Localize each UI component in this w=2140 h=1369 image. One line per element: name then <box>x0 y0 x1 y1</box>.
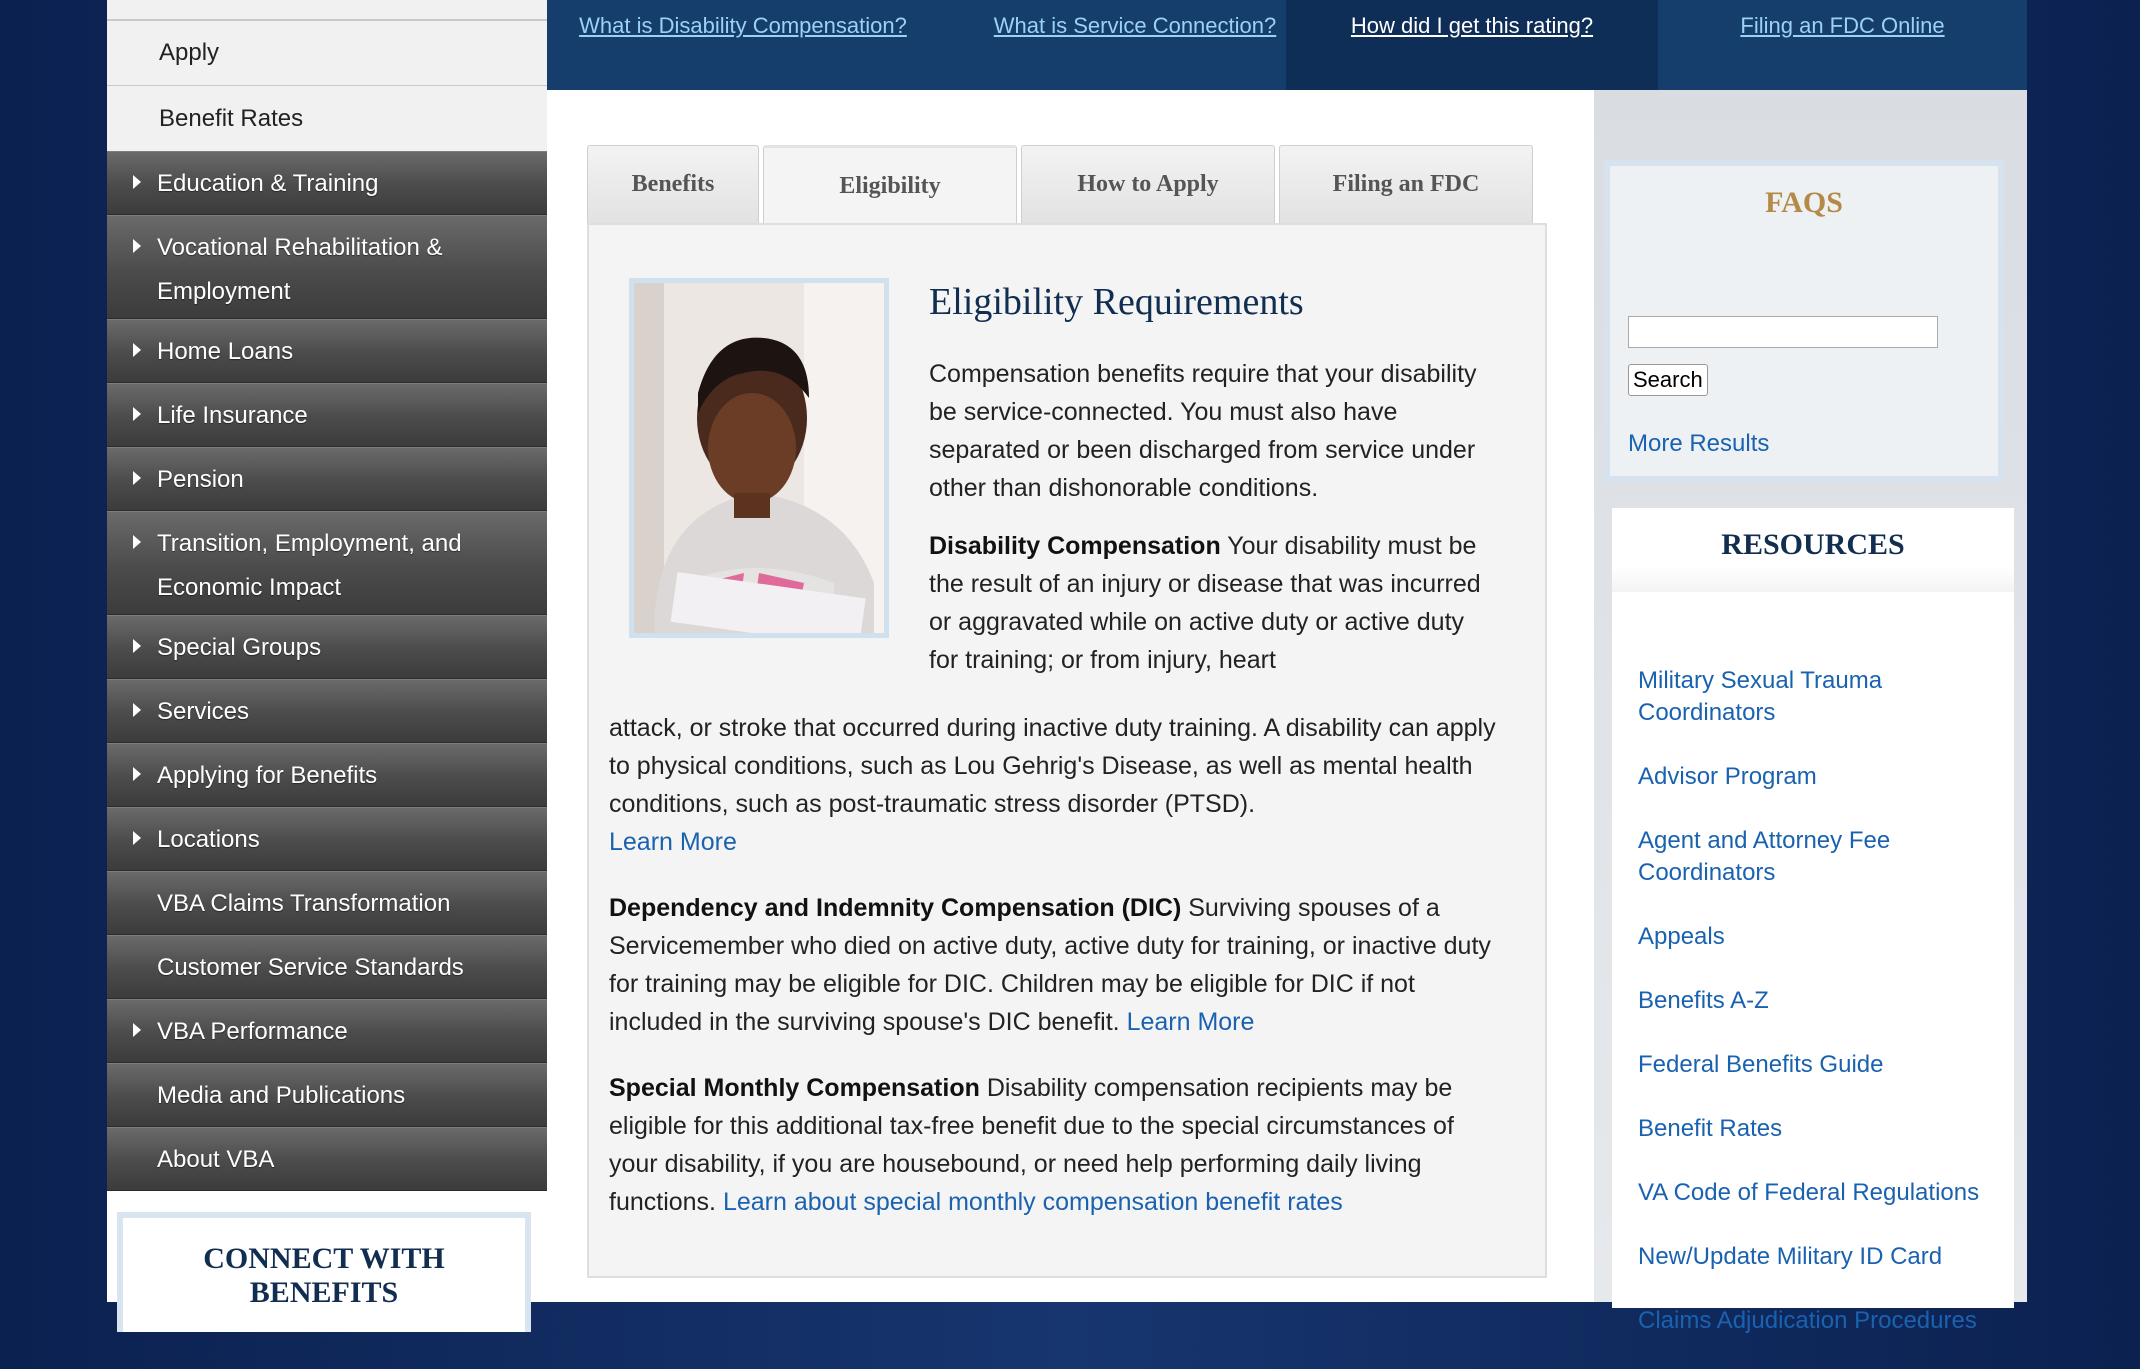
sidebar-item-vocational-rehab[interactable]: Vocational Rehabilitation & Employment <box>107 215 547 319</box>
sidebar: Apply Benefit Rates Education & Training… <box>107 0 547 1332</box>
sidebar-item-label: Apply <box>159 39 220 66</box>
resource-link[interactable]: New/Update Military ID Card <box>1638 1241 1998 1273</box>
page: Apply Benefit Rates Education & Training… <box>107 0 2027 1334</box>
resources-list: Military Sexual Trauma Coordinators Advi… <box>1638 665 1998 1369</box>
caret-right-icon <box>133 535 141 549</box>
sidebar-item-label: Vocational Rehabilitation & Employment <box>157 234 443 305</box>
sidebar-item-label: Applying for Benefits <box>157 762 378 789</box>
sidebar-item-label: Transition, Employment, and Economic Imp… <box>157 530 462 601</box>
faq-more-results-link[interactable]: More Results <box>1628 430 1769 458</box>
disability-heading: Disability Compensation <box>929 532 1221 560</box>
tab-filing-fdc[interactable]: Filing an FDC <box>1279 145 1533 223</box>
faq-box: FAQS Search More Results <box>1604 160 2004 482</box>
resource-link[interactable]: Agent and Attorney Fee Coordinators <box>1638 825 1998 889</box>
sidebar-item-label: Education & Training <box>157 170 379 197</box>
caret-right-icon <box>133 407 141 421</box>
sidebar-item-applying[interactable]: Applying for Benefits <box>107 743 547 807</box>
caret-right-icon <box>133 471 141 485</box>
dic-paragraph: Dependency and Indemnity Compensation (D… <box>609 889 1509 1041</box>
sidebar-item-label: VBA Performance <box>157 1018 348 1045</box>
caret-right-icon <box>133 831 141 845</box>
tab-label: Eligibility <box>839 173 941 199</box>
sidebar-item-label: VBA Claims Transformation <box>157 890 451 917</box>
resource-link[interactable]: Benefits A-Z <box>1638 985 1998 1017</box>
faq-search-button[interactable]: Search <box>1628 364 1708 396</box>
disability-paragraph-bottom: attack, or stroke that occurred during i… <box>609 709 1509 861</box>
tab-label: Benefits <box>631 171 715 197</box>
connect-title: CONNECT WITH BENEFITS <box>203 1242 445 1309</box>
smc-paragraph: Special Monthly Compensation Disability … <box>609 1069 1509 1221</box>
content-title: Eligibility Requirements <box>929 281 1304 323</box>
sidebar-item-special-groups[interactable]: Special Groups <box>107 615 547 679</box>
sidebar-item-label: Special Groups <box>157 634 322 661</box>
smc-heading: Special Monthly Compensation <box>609 1074 980 1102</box>
nav-link-service-connection[interactable]: What is Service Connection? <box>939 0 1331 90</box>
dic-heading: Dependency and Indemnity Compensation (D… <box>609 894 1182 922</box>
tab-label: How to Apply <box>1077 171 1219 197</box>
sidebar-item-vba-claims[interactable]: VBA Claims Transformation <box>107 871 547 935</box>
content-panel: Eligibility Requirements Compensation be… <box>587 223 1547 1278</box>
resource-link[interactable]: VA Code of Federal Regulations <box>1638 1177 1998 1209</box>
nav-link-fdc-online[interactable]: Filing an FDC Online <box>1658 0 2027 90</box>
dic-learn-more-link[interactable]: Learn More <box>1127 1008 1255 1036</box>
sidebar-item-benefit-rates[interactable]: Benefit Rates <box>107 85 547 151</box>
tab-eligibility[interactable]: Eligibility <box>763 145 1017 225</box>
top-nav: What is Disability Compensation? What is… <box>547 0 2027 90</box>
caret-right-icon <box>133 343 141 357</box>
caret-right-icon <box>133 1023 141 1037</box>
faq-search-input[interactable] <box>1628 316 1938 348</box>
resources-title: RESOURCES <box>1612 508 2014 592</box>
disability-paragraph-top: Disability Compensation Your disability … <box>929 527 1499 679</box>
sidebar-item-label: About VBA <box>157 1146 275 1173</box>
main-content: Benefits Eligibility How to Apply Filing… <box>547 90 1594 1302</box>
connect-box: CONNECT WITH BENEFITS <box>117 1212 531 1332</box>
resource-link[interactable]: Appeals <box>1638 921 1998 953</box>
nav-link-rating[interactable]: How did I get this rating? <box>1286 0 1658 90</box>
resource-link[interactable]: Advisor Program <box>1638 761 1998 793</box>
sidebar-item-label: Media and Publications <box>157 1082 406 1109</box>
woman-reading-photo <box>629 278 889 638</box>
tab-label: Filing an FDC <box>1332 171 1480 197</box>
sidebar-item-label: Locations <box>157 826 260 853</box>
sidebar-item-apply[interactable]: Apply <box>107 20 547 85</box>
resource-link[interactable]: Federal Benefits Guide <box>1638 1049 1998 1081</box>
sidebar-item-home-loans[interactable]: Home Loans <box>107 319 547 383</box>
caret-right-icon <box>133 703 141 717</box>
sidebar-item-label: Customer Service Standards <box>157 954 464 981</box>
caret-right-icon <box>133 175 141 189</box>
sidebar-item-label: Benefit Rates <box>159 104 304 132</box>
sidebar-item-transition[interactable]: Transition, Employment, and Economic Imp… <box>107 511 547 615</box>
sidebar-item-vba-performance[interactable]: VBA Performance <box>107 999 547 1063</box>
nav-link-disability-compensation[interactable]: What is Disability Compensation? <box>547 0 939 90</box>
sidebar-item-pension[interactable]: Pension <box>107 447 547 511</box>
right-column: FAQS Search More Results RESOURCES Milit… <box>1594 90 2027 1334</box>
sidebar-item-education-training[interactable]: Education & Training <box>107 151 547 215</box>
sidebar-item-label: Services <box>157 698 250 725</box>
disability-text-bottom: attack, or stroke that occurred during i… <box>609 714 1496 818</box>
sidebar-item-life-insurance[interactable]: Life Insurance <box>107 383 547 447</box>
sidebar-item-locations[interactable]: Locations <box>107 807 547 871</box>
tab-benefits[interactable]: Benefits <box>587 145 759 223</box>
sidebar-item-label: Home Loans <box>157 338 294 365</box>
sidebar-item-about[interactable]: About VBA <box>107 1127 547 1191</box>
resources-box: RESOURCES Military Sexual Trauma Coordin… <box>1612 508 2014 1334</box>
sidebar-item-media[interactable]: Media and Publications <box>107 1063 547 1127</box>
sidebar-item-label: Life Insurance <box>157 402 308 429</box>
sidebar-item-services[interactable]: Services <box>107 679 547 743</box>
disability-learn-more-link[interactable]: Learn More <box>609 828 737 856</box>
content-flow: attack, or stroke that occurred during i… <box>609 709 1509 1254</box>
smc-rates-link[interactable]: Learn about special monthly compensation… <box>723 1188 1343 1216</box>
tab-how-to-apply[interactable]: How to Apply <box>1021 145 1275 223</box>
resource-link[interactable]: Benefit Rates <box>1638 1113 1998 1145</box>
faq-title: FAQS <box>1765 186 1843 219</box>
sidebar-item-customer-service[interactable]: Customer Service Standards <box>107 935 547 999</box>
intro-paragraph: Compensation benefits require that your … <box>929 360 1477 502</box>
caret-right-icon <box>133 239 141 253</box>
caret-right-icon <box>133 767 141 781</box>
sidebar-top-edge <box>107 0 547 20</box>
sidebar-item-label: Pension <box>157 466 244 493</box>
caret-right-icon <box>133 639 141 653</box>
resource-link[interactable]: Claims Adjudication Procedures <box>1638 1305 1998 1337</box>
resource-link[interactable]: Military Sexual Trauma Coordinators <box>1638 665 1998 729</box>
